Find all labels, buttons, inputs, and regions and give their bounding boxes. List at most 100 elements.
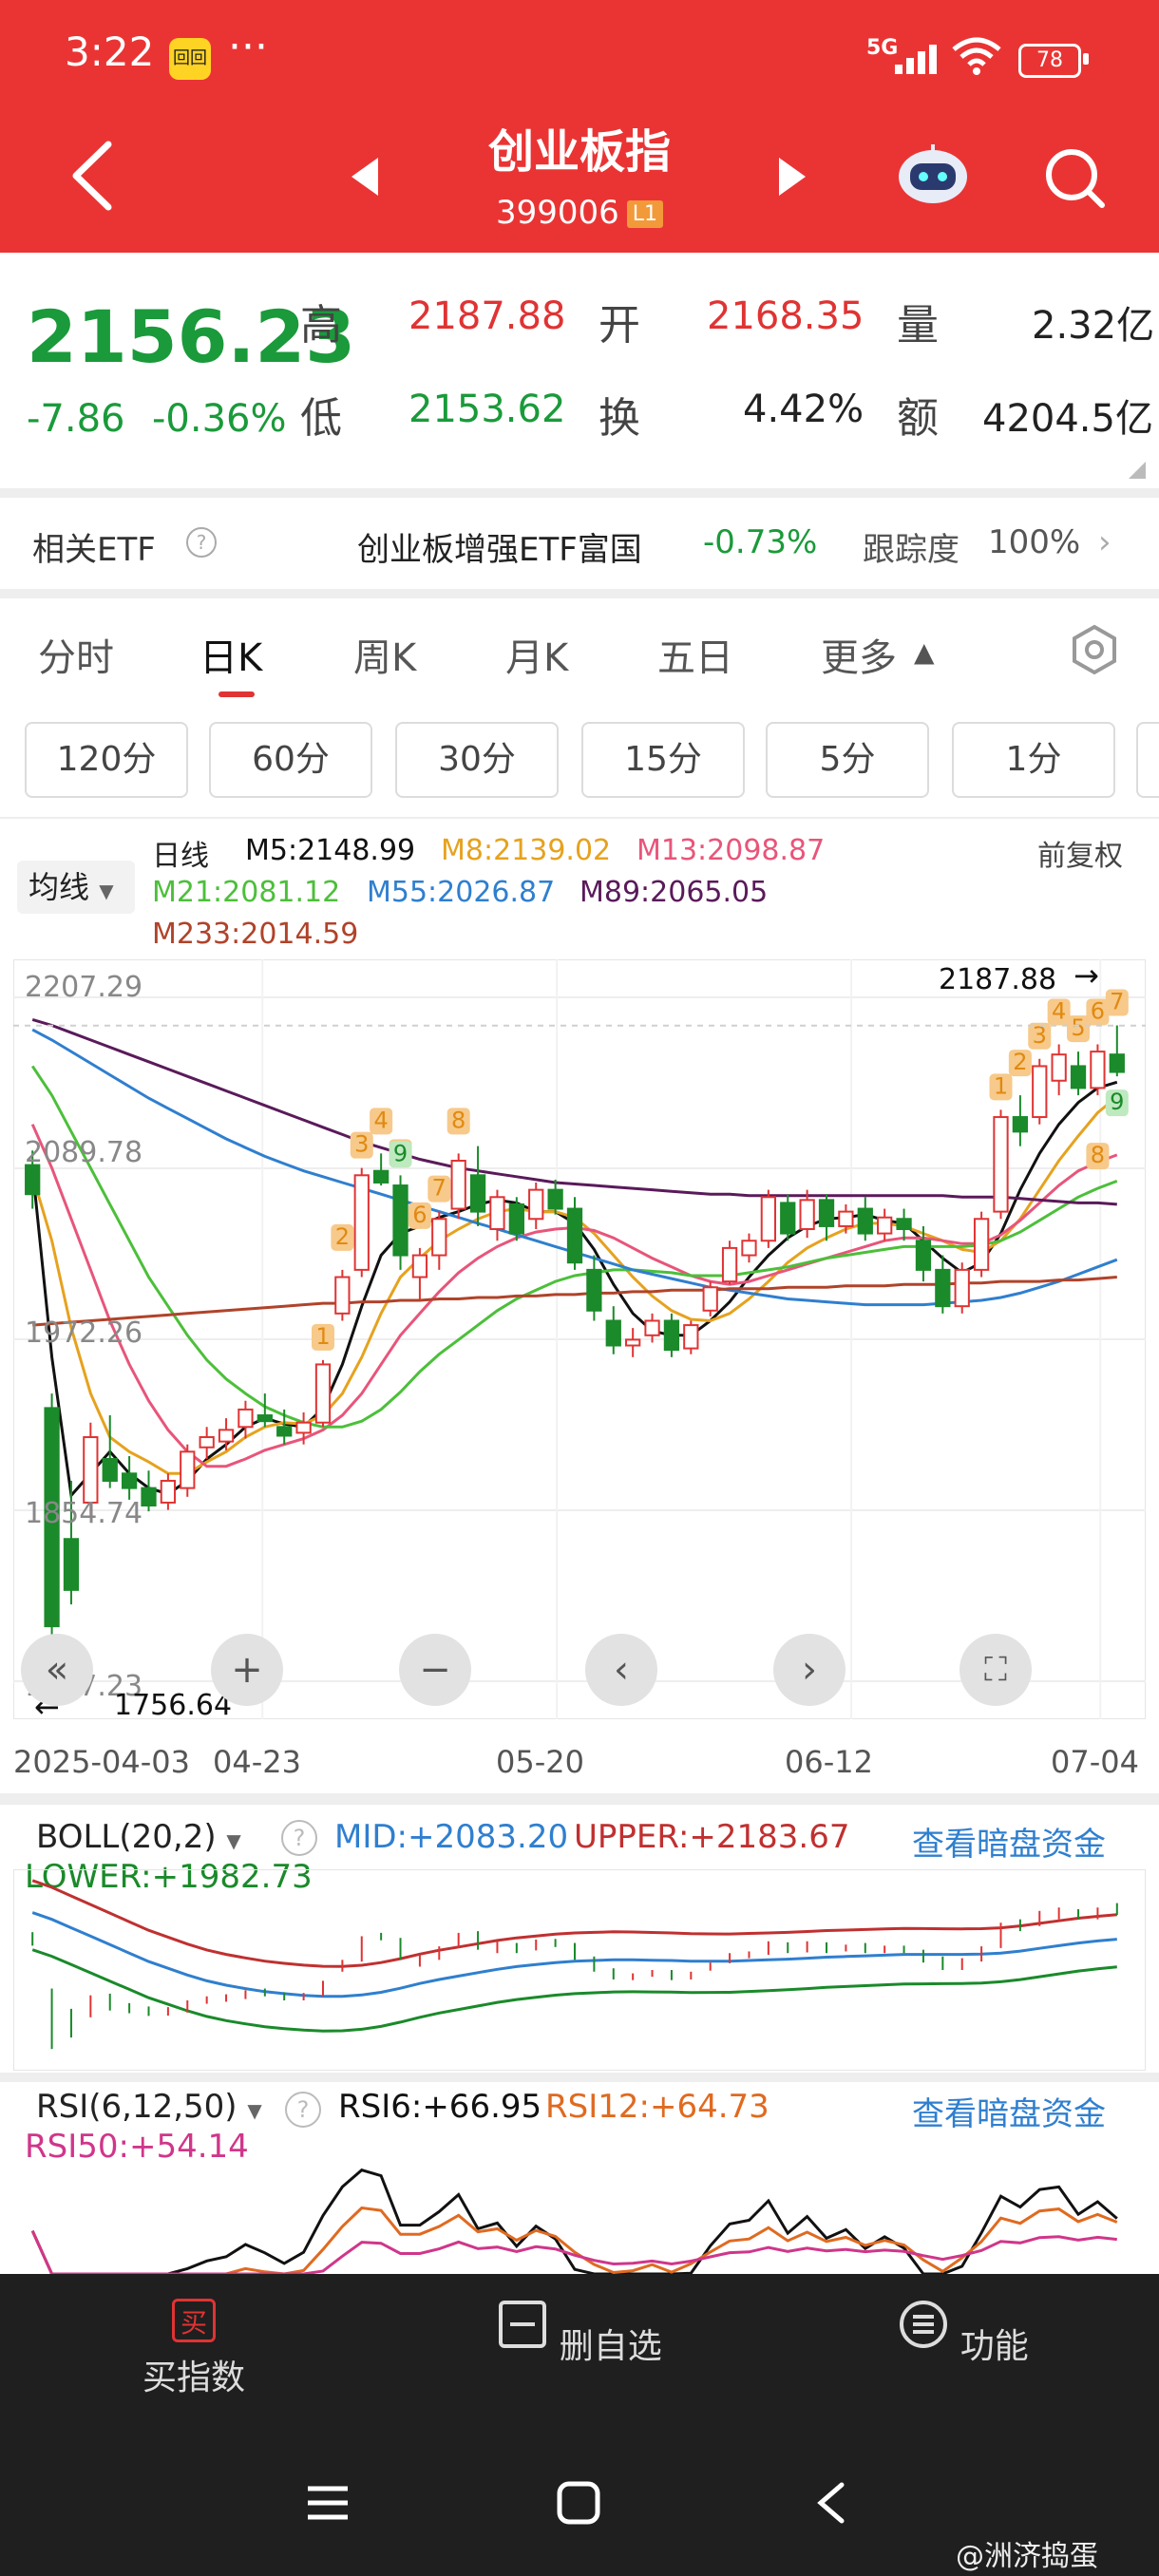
zoom-out-button[interactable]: − xyxy=(399,1634,471,1706)
y-tick-label: 1972.26 xyxy=(25,1316,143,1350)
robot-assistant-icon[interactable] xyxy=(895,141,971,207)
td-label: 8 xyxy=(451,1107,466,1133)
ma13-value: M13:2098.87 xyxy=(636,834,826,867)
candle-up xyxy=(295,1421,312,1434)
candle-up xyxy=(1032,1065,1048,1119)
scroll-left-button[interactable]: ‹ xyxy=(585,1634,657,1706)
candle-up xyxy=(625,1338,641,1347)
expand-corner-icon[interactable] xyxy=(1129,462,1146,479)
candle-down xyxy=(818,1199,835,1227)
candle-up xyxy=(741,1240,757,1257)
tracking-value: 100% xyxy=(988,523,1081,561)
page-title: 创业板指 xyxy=(487,125,671,179)
change-percent: -0.36% xyxy=(152,397,287,441)
candle-down xyxy=(857,1207,873,1235)
ma-selector[interactable]: 均线 ▼ xyxy=(17,861,135,914)
buy-icon: 买 xyxy=(172,2299,216,2342)
tab-weekly-k[interactable]: 周K xyxy=(353,627,416,682)
ma55-value: M55:2026.87 xyxy=(367,876,556,909)
divider xyxy=(0,817,1159,819)
candle-up xyxy=(721,1246,738,1283)
fullscreen-button[interactable]: ⛶ xyxy=(960,1634,1032,1706)
tab-intraday[interactable]: 分时 xyxy=(38,627,114,682)
chevron-down-icon: ▼ xyxy=(247,2099,262,2122)
candle-up xyxy=(431,1218,447,1257)
td-label: 1 xyxy=(994,1072,1008,1099)
low-value: 2153.62 xyxy=(408,388,566,431)
btn-1min[interactable]: 1分 xyxy=(952,722,1115,798)
btn-more-periods[interactable] xyxy=(1136,722,1159,798)
tab-daily-k[interactable]: 日K xyxy=(200,627,262,682)
candle-down xyxy=(605,1319,621,1347)
change-amount: -7.86 xyxy=(27,397,125,441)
wifi-icon xyxy=(952,37,1001,75)
candle-up xyxy=(644,1319,660,1336)
help-icon[interactable]: ? xyxy=(281,1820,317,1856)
candle-up xyxy=(314,1363,332,1424)
signal-icon xyxy=(895,42,946,74)
related-etf-row[interactable]: 相关ETF ? 创业板增强ETF富国 -0.73% 跟踪度 100% › xyxy=(0,499,1159,590)
candle-down xyxy=(935,1268,951,1308)
td-label: 5 xyxy=(1071,1014,1085,1041)
candle-down xyxy=(780,1202,796,1235)
ma89-value: M89:2065.05 xyxy=(580,876,769,909)
home-icon[interactable] xyxy=(555,2479,602,2527)
low-label: 低 xyxy=(300,394,342,443)
candle-up xyxy=(489,1196,505,1230)
back-nav-icon[interactable] xyxy=(811,2479,849,2527)
btn-30min[interactable]: 30分 xyxy=(395,722,559,798)
btn-15min[interactable]: 15分 xyxy=(581,722,745,798)
tab-five-day[interactable]: 五日 xyxy=(657,627,733,682)
scroll-start-button[interactable]: « xyxy=(21,1634,93,1706)
help-icon[interactable]: ? xyxy=(285,2092,321,2128)
tab-more[interactable]: 更多 xyxy=(821,627,897,682)
y-tick-label: 2207.29 xyxy=(25,971,143,1004)
boll-chart xyxy=(13,1869,1146,2071)
turnover-label: 换 xyxy=(598,394,640,443)
zoom-in-button[interactable]: + xyxy=(211,1634,283,1706)
help-icon[interactable]: ? xyxy=(186,527,217,558)
candle-down xyxy=(915,1240,932,1271)
ma8-value: M8:2139.02 xyxy=(441,834,612,867)
functions-button[interactable]: 功能 xyxy=(821,2299,1106,2368)
tab-monthly-k[interactable]: 月K xyxy=(505,627,568,682)
watermark-text: @洲济捣蛋 xyxy=(956,2540,1098,2573)
btn-60min[interactable]: 60分 xyxy=(209,722,372,798)
candle-up xyxy=(238,1408,254,1429)
dark-pool-link[interactable]: 查看暗盘资金 xyxy=(912,1818,1106,1865)
btn-5min[interactable]: 5分 xyxy=(766,722,929,798)
btn-120min[interactable]: 120分 xyxy=(25,722,188,798)
td-label: 3 xyxy=(354,1131,369,1158)
buy-index-button[interactable]: 买 买指数 xyxy=(51,2299,336,2399)
level-badge: L1 xyxy=(626,200,664,228)
candle-up xyxy=(353,1174,370,1271)
boll-mid: MID:+2083.20 xyxy=(334,1818,569,1856)
scroll-right-button[interactable]: › xyxy=(773,1634,846,1706)
notification-app-icon: 回回 xyxy=(169,38,211,80)
search-icon[interactable] xyxy=(1041,144,1108,211)
td-label: 9 xyxy=(1110,1089,1124,1115)
rsi-chart xyxy=(30,2168,1118,2274)
ma-line-m8 xyxy=(30,1095,1118,1475)
kline-chart[interactable]: 123456781234567998 xyxy=(13,959,1146,1719)
next-stock-icon[interactable] xyxy=(779,158,806,196)
menu-icon[interactable] xyxy=(304,2479,352,2527)
rsi-selector[interactable]: RSI(6,12,50) ▼ xyxy=(36,2088,262,2126)
td-label: 1 xyxy=(315,1323,330,1350)
etf-label: 相关ETF xyxy=(32,531,156,569)
status-more-icon: ··· xyxy=(228,23,268,71)
remove-watchlist-button[interactable]: 删自选 xyxy=(437,2299,722,2368)
boll-selector[interactable]: BOLL(20,2) ▼ xyxy=(36,1818,241,1856)
td-label: 2 xyxy=(1013,1049,1027,1075)
status-time: 3:22 xyxy=(65,28,155,75)
candle-down xyxy=(63,1538,80,1591)
adjust-mode[interactable]: 前复权 xyxy=(1037,832,1123,874)
remove-watchlist-label: 删自选 xyxy=(559,2327,662,2366)
high-value: 2187.88 xyxy=(408,294,566,338)
x-tick-label: 05-20 xyxy=(496,1744,584,1780)
boll-frame xyxy=(13,1869,1146,2071)
candle-up xyxy=(799,1199,815,1230)
period-label: 日线 xyxy=(152,840,209,873)
settings-icon[interactable] xyxy=(1068,623,1121,676)
high-marker-label: 2187.88 xyxy=(939,963,1057,996)
